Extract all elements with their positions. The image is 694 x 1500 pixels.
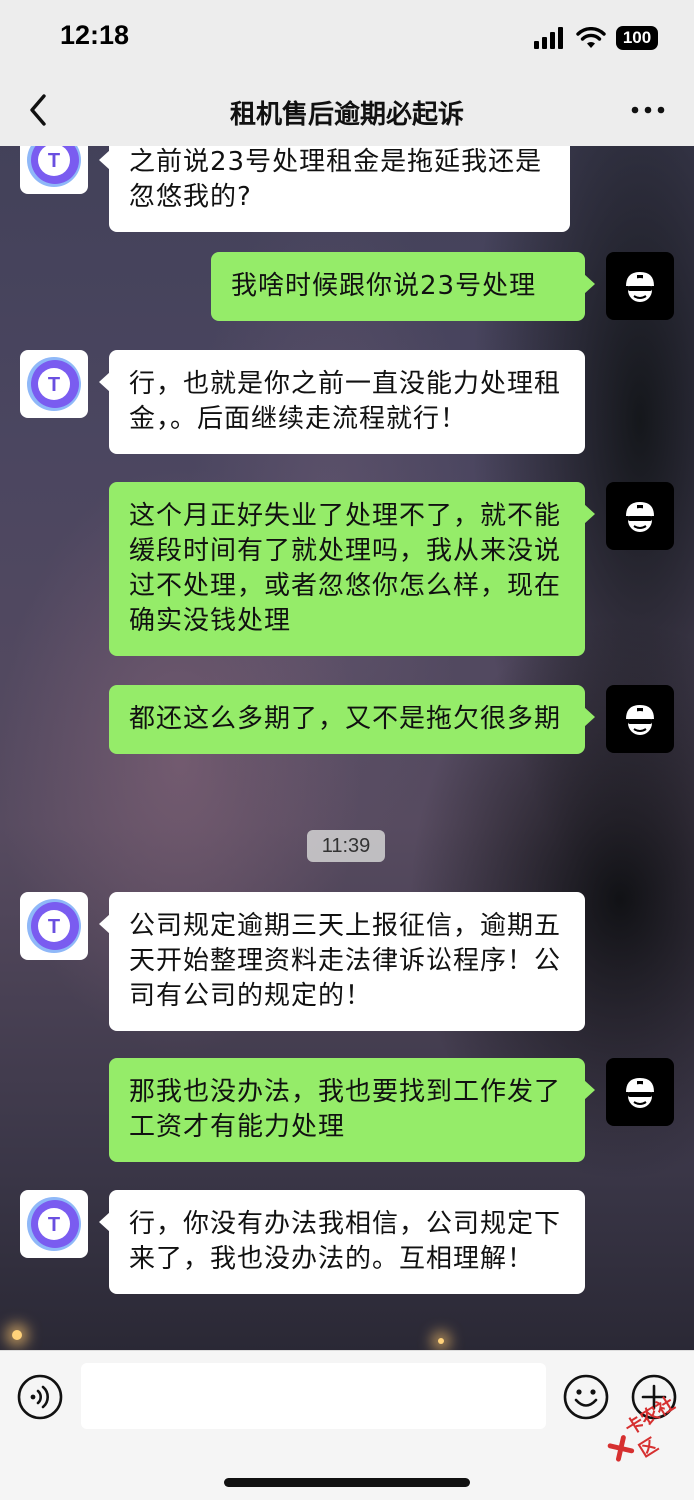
message-bubble[interactable]: 公司规定逾期三天上报征信，逾期五天开始整理资料走法律诉讼程序！公司有公司的规定的…	[99, 892, 585, 1031]
status-time: 12:18	[60, 20, 130, 50]
svg-text:T: T	[48, 916, 60, 938]
battery-indicator: 100	[616, 26, 658, 50]
top-bar: 12:18 100 租机售后逾期必起诉	[0, 0, 694, 146]
status-icons: 100	[534, 24, 658, 52]
home-indicator	[224, 1478, 470, 1487]
signal-icon	[534, 27, 563, 49]
message-timestamp: 11:39	[307, 830, 385, 862]
emoji-icon	[563, 1374, 609, 1420]
emoji-button[interactable]	[562, 1373, 610, 1421]
wifi-icon	[576, 27, 606, 48]
user-avatar-icon	[626, 1078, 654, 1108]
voice-icon	[17, 1374, 63, 1420]
message-bubble[interactable]: 行，也就是你之前一直没能力处理租金，。后面继续走流程就行！	[99, 350, 585, 454]
company-logo-icon: T	[27, 1197, 81, 1251]
user-avatar-icon	[626, 272, 654, 302]
message-bubble[interactable]: 这个月正好失业了处理不了，就不能缓段时间有了就处理吗，我从来没说过不处理，或者忽…	[109, 482, 595, 656]
message-list[interactable]: T 之前说23号处理租金是拖延我还是忽悠我的? 我啥时候跟你说23号处理 T 行…	[0, 146, 694, 1350]
svg-text:T: T	[48, 150, 60, 172]
more-options-button[interactable]	[630, 96, 666, 124]
message-bubble[interactable]: 行，你没有办法我相信，公司规定下来了，我也没办法的。互相理解！	[99, 1190, 585, 1294]
message-input[interactable]	[81, 1363, 546, 1429]
company-avatar[interactable]: T	[20, 350, 88, 418]
chat-title: 租机售后逾期必起诉	[229, 100, 464, 130]
company-avatar[interactable]: T	[20, 146, 88, 194]
company-logo-icon: T	[27, 899, 81, 953]
user-avatar-icon	[626, 502, 654, 532]
user-avatar[interactable]	[606, 482, 674, 550]
svg-text:T: T	[48, 1214, 60, 1236]
message-bubble[interactable]: 之前说23号处理租金是拖延我还是忽悠我的?	[99, 146, 570, 232]
user-avatar[interactable]	[606, 1058, 674, 1126]
message-bubble[interactable]: 那我也没办法，我也要找到工作发了工资才有能力处理	[109, 1058, 595, 1162]
company-logo-icon: T	[27, 357, 81, 411]
user-avatar-icon	[626, 705, 654, 735]
message-bubble[interactable]: 都还这么多期了，又不是拖欠很多期	[109, 685, 595, 754]
company-avatar[interactable]: T	[20, 1190, 88, 1258]
more-dots-icon	[631, 106, 665, 114]
company-logo-icon: T	[27, 146, 81, 187]
company-avatar[interactable]: T	[20, 892, 88, 960]
user-avatar[interactable]	[606, 685, 674, 753]
voice-button[interactable]	[16, 1373, 64, 1421]
user-avatar[interactable]	[606, 252, 674, 320]
svg-text:T: T	[48, 374, 60, 396]
message-bubble[interactable]: 我啥时候跟你说23号处理	[211, 252, 595, 321]
